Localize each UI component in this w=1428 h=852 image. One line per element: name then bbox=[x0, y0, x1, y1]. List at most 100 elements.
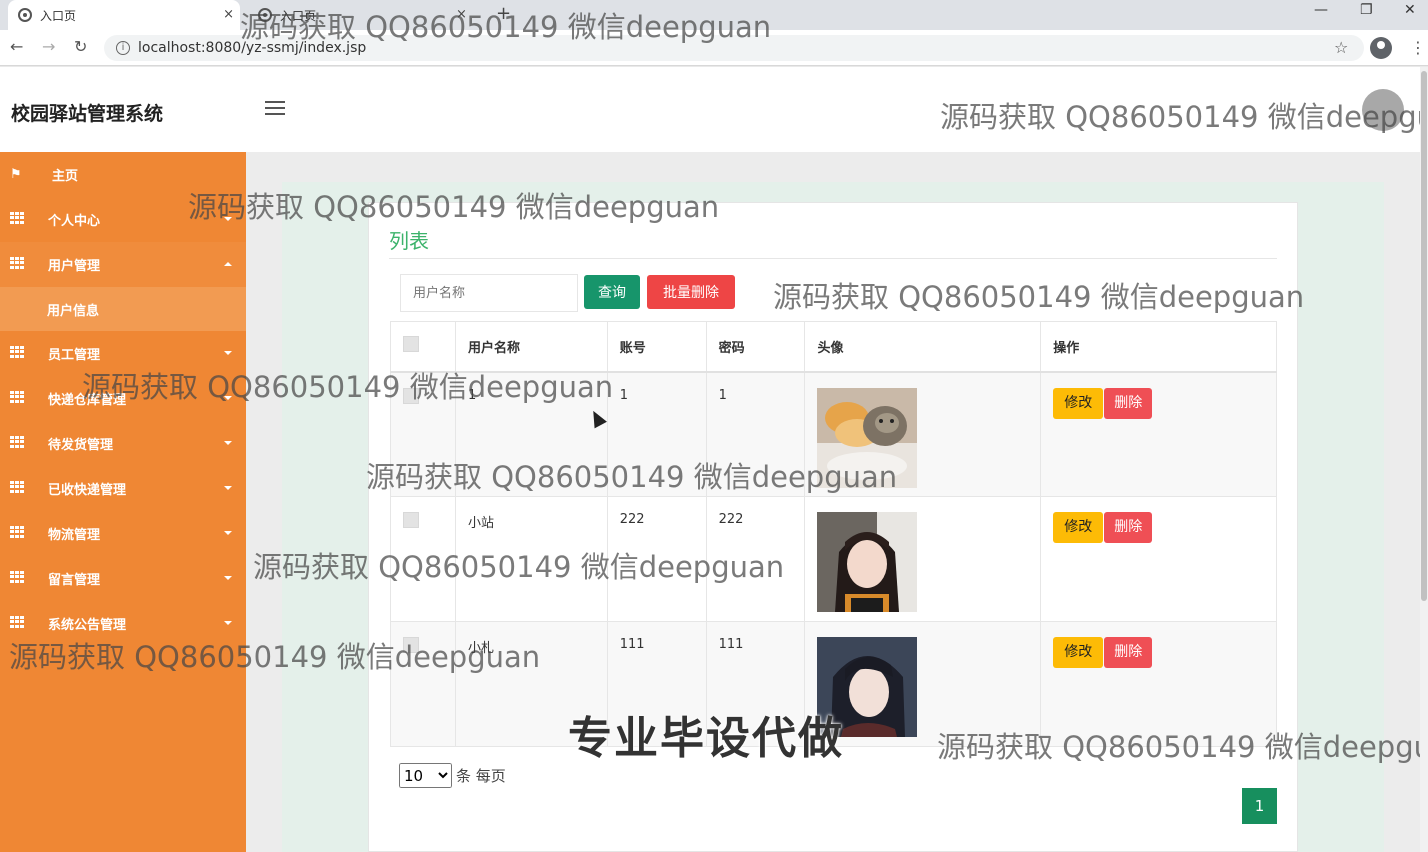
chevron-down-icon bbox=[224, 396, 232, 400]
grid-icon bbox=[10, 346, 24, 358]
cell-account: 1 bbox=[606, 371, 707, 497]
forward-icon[interactable]: → bbox=[42, 37, 55, 56]
edit-button[interactable]: 修改 bbox=[1053, 512, 1104, 543]
sidebar-item-announcements[interactable]: 系统公告管理 bbox=[0, 601, 246, 646]
table-row: 1 1 1 修改 删除 bbox=[390, 371, 1277, 497]
sidebar-item-profile[interactable]: 个人中心 bbox=[0, 197, 246, 242]
sidebar-item-users[interactable]: 用户管理 bbox=[0, 242, 246, 287]
page-size-select[interactable]: 10 bbox=[399, 763, 452, 788]
grid-icon bbox=[10, 212, 24, 224]
cell-photo bbox=[804, 371, 1042, 497]
cell-actions: 修改 删除 bbox=[1040, 621, 1277, 747]
url-text: localhost:8080/yz-ssmj/index.jsp bbox=[138, 40, 367, 56]
hamburger-icon[interactable] bbox=[265, 101, 285, 117]
delete-button[interactable]: 删除 bbox=[1104, 387, 1153, 419]
grid-icon bbox=[10, 436, 24, 448]
sidebar-item-warehouse[interactable]: 快递仓库管理 bbox=[0, 376, 246, 421]
profile-icon[interactable] bbox=[1370, 37, 1392, 59]
sidebar-item-label: 个人中心 bbox=[48, 214, 101, 229]
minimize-icon[interactable]: — bbox=[1314, 2, 1328, 18]
cell-actions: 修改 删除 bbox=[1040, 371, 1277, 497]
chevron-up-icon bbox=[224, 262, 232, 266]
chevron-down-icon bbox=[224, 576, 232, 580]
column-header: 操作 bbox=[1040, 321, 1277, 373]
grid-icon bbox=[10, 616, 24, 628]
globe-icon bbox=[258, 8, 272, 22]
edit-button[interactable]: 修改 bbox=[1053, 637, 1104, 668]
chevron-down-icon bbox=[224, 531, 232, 535]
cell-actions: 修改 删除 bbox=[1040, 496, 1277, 622]
tab-title: 入口页 bbox=[280, 8, 317, 23]
url-field[interactable]: i localhost:8080/yz-ssmj/index.jsp bbox=[104, 35, 1364, 61]
reload-icon[interactable]: ↻ bbox=[74, 37, 87, 56]
select-all-cell bbox=[390, 321, 456, 373]
app-header: 校园驿站管理系统 bbox=[0, 67, 1420, 152]
pagination-current-page[interactable]: 1 bbox=[1242, 788, 1277, 824]
cat-photo bbox=[817, 387, 918, 488]
close-tab-icon[interactable]: × bbox=[223, 7, 234, 22]
row-checkbox[interactable] bbox=[403, 387, 419, 404]
back-icon[interactable]: ← bbox=[10, 37, 23, 56]
column-header: 密码 bbox=[705, 321, 806, 373]
chevron-down-icon bbox=[224, 486, 232, 490]
row-checkbox[interactable] bbox=[403, 637, 419, 653]
row-checkbox[interactable] bbox=[403, 512, 419, 528]
avatar[interactable] bbox=[1362, 89, 1404, 131]
cell-username: 1 bbox=[454, 371, 608, 497]
batch-delete-button[interactable]: 批量删除 bbox=[647, 275, 735, 309]
new-tab-icon[interactable]: + bbox=[496, 3, 511, 24]
browser-tab[interactable]: 入口页 × bbox=[248, 0, 488, 30]
column-header: 头像 bbox=[804, 321, 1042, 373]
sidebar-item-home[interactable]: ⚑ 主页 bbox=[0, 152, 246, 197]
chevron-down-icon bbox=[224, 351, 232, 355]
globe-icon bbox=[18, 8, 32, 22]
app-title: 校园驿站管理系统 bbox=[11, 103, 164, 125]
sidebar-item-label: 物流管理 bbox=[48, 528, 101, 543]
menu-kebab-icon[interactable]: ⋮ bbox=[1410, 38, 1426, 57]
bookmark-star-icon[interactable]: ☆ bbox=[1334, 38, 1348, 57]
edit-button[interactable]: 修改 bbox=[1053, 387, 1104, 419]
delete-button[interactable]: 删除 bbox=[1104, 512, 1153, 543]
page-size-suffix: 条 每页 bbox=[456, 767, 506, 785]
close-tab-icon[interactable]: × bbox=[456, 7, 467, 22]
restore-icon[interactable]: ❐ bbox=[1360, 2, 1373, 18]
sidebar-item-logistics[interactable]: 物流管理 bbox=[0, 511, 246, 556]
browser-tab-active[interactable]: 入口页 × bbox=[8, 0, 240, 30]
grid-icon bbox=[10, 526, 24, 538]
address-bar-row: ← → ↻ i localhost:8080/yz-ssmj/index.jsp… bbox=[0, 30, 1428, 66]
portrait-photo bbox=[817, 512, 918, 612]
title-divider bbox=[389, 258, 1277, 259]
search-input[interactable] bbox=[400, 274, 578, 312]
cell-password: 222 bbox=[705, 496, 806, 622]
promo-overlay-text: 专业毕设代做 bbox=[568, 713, 844, 764]
window-close-icon[interactable]: ✕ bbox=[1404, 2, 1416, 18]
chevron-down-icon bbox=[224, 441, 232, 445]
sidebar-subitem-user-info[interactable]: 用户信息 bbox=[0, 287, 246, 331]
sidebar-item-label: 快递仓库管理 bbox=[48, 393, 127, 408]
sidebar-item-label: 员工管理 bbox=[48, 348, 101, 363]
cell-username: 小站 bbox=[454, 496, 608, 622]
chevron-down-icon bbox=[224, 621, 232, 625]
browser-tabbar: 入口页 × 入口页 × + — ❐ ✕ bbox=[0, 0, 1428, 30]
delete-button[interactable]: 删除 bbox=[1104, 637, 1153, 668]
sidebar-item-label: 待发货管理 bbox=[48, 438, 114, 453]
column-header: 用户名称 bbox=[454, 321, 608, 373]
sidebar-item-received[interactable]: 已收快递管理 bbox=[0, 466, 246, 511]
sidebar-item-label: 主页 bbox=[52, 169, 79, 184]
cell-account: 222 bbox=[606, 496, 707, 622]
scrollbar-thumb[interactable] bbox=[1421, 71, 1427, 601]
chevron-down-icon bbox=[224, 217, 232, 221]
select-all-checkbox[interactable] bbox=[403, 336, 419, 353]
sidebar-item-staff[interactable]: 员工管理 bbox=[0, 331, 246, 376]
site-info-icon[interactable]: i bbox=[116, 41, 130, 55]
sidebar-item-pending-shipments[interactable]: 待发货管理 bbox=[0, 421, 246, 466]
table-row: 小站 222 222 修改 删除 bbox=[390, 496, 1277, 622]
sidebar-item-label: 用户管理 bbox=[48, 259, 101, 274]
page-scrollbar[interactable] bbox=[1420, 67, 1428, 852]
query-button[interactable]: 查询 bbox=[584, 275, 640, 309]
cell-photo bbox=[804, 496, 1042, 622]
column-header: 账号 bbox=[606, 321, 707, 373]
table-header-row: 用户名称 账号 密码 头像 操作 bbox=[390, 321, 1277, 373]
page-size-control: 10 条 每页 bbox=[399, 763, 506, 788]
sidebar-item-messages[interactable]: 留言管理 bbox=[0, 556, 246, 601]
